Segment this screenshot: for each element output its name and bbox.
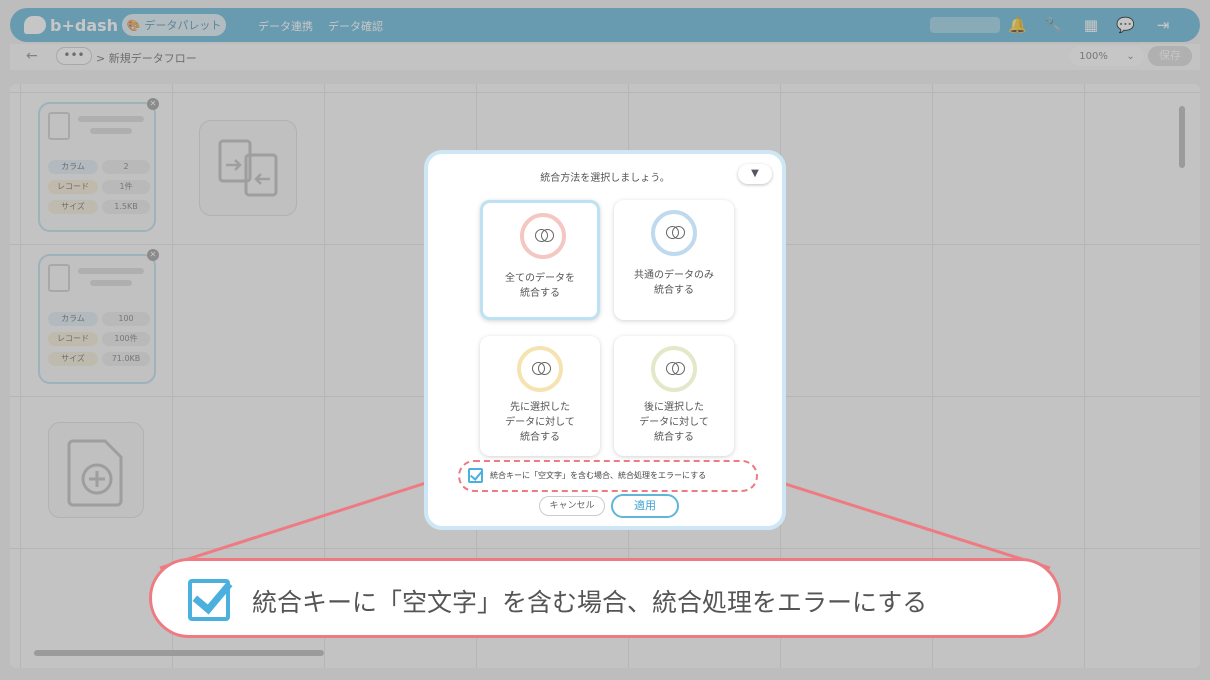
option-merge-last[interactable]: 後に選択した データに対して 統合する	[614, 336, 734, 456]
venn-icon	[666, 362, 685, 376]
circle-badge	[517, 346, 563, 392]
checkbox-checked-icon	[188, 579, 230, 621]
zoom-callout: 統合キーに「空文字」を含む場合、統合処理をエラーにする	[149, 558, 1061, 638]
checkbox-label: 統合キーに「空文字」を含む場合、統合処理をエラーにする	[490, 471, 707, 480]
circle-badge	[651, 210, 697, 256]
venn-icon	[535, 229, 554, 243]
option-label: 後に選択した データに対して 統合する	[639, 402, 709, 443]
option-merge-all[interactable]: 全てのデータを 統合する	[480, 200, 600, 320]
option-label: 共通のデータのみ 統合する	[634, 270, 714, 296]
venn-icon	[532, 362, 551, 376]
empty-key-checkbox[interactable]	[468, 468, 483, 483]
callout-text: 統合キーに「空文字」を含む場合、統合処理をエラーにする	[252, 588, 928, 617]
modal-title: 統合方法を選択しましょう。	[540, 173, 670, 184]
option-merge-first[interactable]: 先に選択した データに対して 統合する	[480, 336, 600, 456]
option-label: 全てのデータを 統合する	[505, 273, 575, 299]
apply-button[interactable]: 適用	[611, 494, 679, 518]
circle-badge	[651, 346, 697, 392]
help-button[interactable]: ▼	[738, 164, 772, 184]
venn-icon	[666, 226, 685, 240]
circle-badge	[520, 213, 566, 259]
merge-method-modal: 統合方法を選択しましょう。 ▼ 全てのデータを 統合する 共通のデータのみ 統合…	[424, 150, 786, 530]
option-merge-common[interactable]: 共通のデータのみ 統合する	[614, 200, 734, 320]
option-label: 先に選択した データに対して 統合する	[505, 402, 575, 443]
empty-key-error-option[interactable]: 統合キーに「空文字」を含む場合、統合処理をエラーにする	[458, 460, 758, 492]
cancel-button[interactable]: キャンセル	[539, 496, 605, 516]
